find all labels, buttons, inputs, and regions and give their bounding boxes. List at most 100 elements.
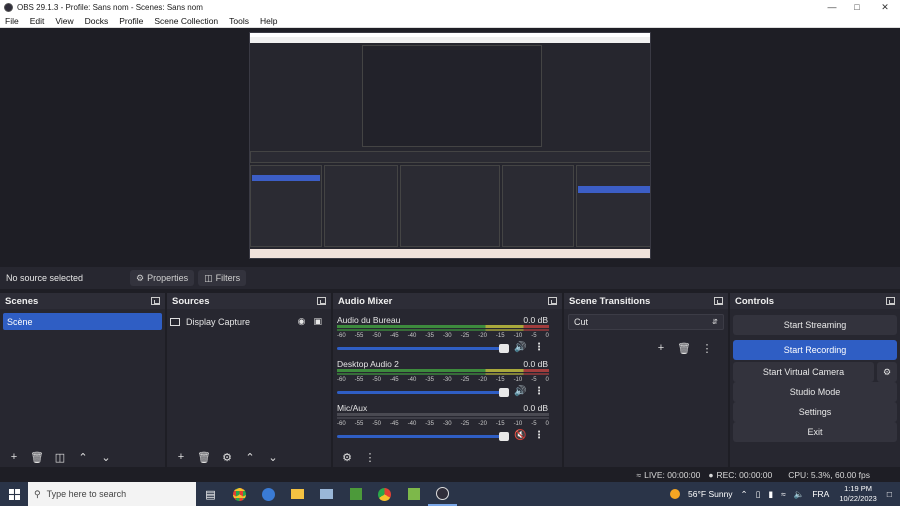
remove-scene-button[interactable]: 🗑 [27, 449, 47, 465]
notification-icon[interactable]: □ [887, 489, 892, 499]
start-virtual-camera-button[interactable]: Start Virtual Camera [733, 362, 874, 382]
move-down-button[interactable]: ⌄ [263, 449, 283, 465]
obs-taskbar-icon[interactable] [428, 482, 457, 506]
preview-canvas[interactable] [249, 32, 651, 259]
scene-item[interactable]: Scène [3, 313, 162, 330]
network-icon[interactable]: ▯ [756, 489, 761, 500]
window-title: OBS 29.1.3 - Profile: Sans nom - Scenes:… [17, 2, 203, 12]
settings-button[interactable]: Settings [733, 402, 897, 422]
undock-icon[interactable] [548, 297, 557, 305]
minecraft-block-icon[interactable] [399, 482, 428, 506]
advanced-audio-button[interactable]: ⚙ [337, 449, 357, 465]
tick: -15 [495, 377, 505, 383]
virtual-camera-row: Start Virtual Camera ⚙ [733, 362, 897, 382]
tick: -55 [354, 421, 364, 427]
transition-menu-button[interactable]: ⋮ [697, 340, 717, 356]
move-up-button[interactable]: ⌃ [240, 449, 260, 465]
add-source-button[interactable]: + [171, 449, 191, 465]
volume-icon[interactable]: 🔈 [794, 489, 805, 500]
clock[interactable]: 1:19 PM 10/22/2023 [839, 484, 877, 504]
audio-mixer-dock: Audio Mixer Audio du Bureau 0.0 dB -60 -5… [333, 293, 562, 467]
minimize-button[interactable]: — [818, 0, 846, 14]
volume-meter [337, 373, 549, 375]
scenes-toolbar: + 🗑 ◫ ⌃ ⌄ [0, 447, 165, 467]
menu-scene-collection[interactable]: Scene Collection [149, 16, 224, 26]
live-status: LIVE: 00:00:00 [644, 470, 701, 480]
volume-slider[interactable] [337, 344, 509, 353]
undock-icon[interactable] [714, 297, 723, 305]
chrome-icon[interactable] [370, 482, 399, 506]
properties-button[interactable]: ⚙ Properties [130, 270, 195, 286]
add-scene-button[interactable]: + [4, 449, 24, 465]
source-item-label: Display Capture [186, 316, 251, 327]
slider-handle[interactable] [499, 344, 509, 353]
mixer-channel: Desktop Audio 2 0.0 dB -60 -55 -50 -45 -40 -3… [333, 359, 562, 403]
transition-select[interactable]: Cut ⇵ [568, 314, 724, 330]
menu-edit[interactable]: Edit [25, 16, 51, 26]
menu-file[interactable]: File [0, 16, 25, 26]
tick: -55 [354, 377, 364, 383]
clock-time: 1:19 PM [844, 484, 873, 493]
windows-start-icon[interactable] [0, 488, 28, 500]
slider-handle[interactable] [499, 432, 509, 441]
wifi-icon[interactable]: ≈ [781, 489, 786, 499]
lock-icon[interactable]: ▣ [313, 316, 322, 327]
undock-icon[interactable] [317, 297, 326, 305]
move-up-button[interactable]: ⌃ [73, 449, 93, 465]
undock-icon[interactable] [151, 297, 160, 305]
maximize-button[interactable]: □ [843, 0, 871, 14]
volume-slider[interactable] [337, 432, 509, 441]
tick: -30 [442, 333, 452, 339]
tick: -25 [460, 421, 470, 427]
channel-menu-button[interactable]: ⋮ [534, 430, 544, 441]
move-down-button[interactable]: ⌄ [96, 449, 116, 465]
add-transition-button[interactable]: + [651, 340, 671, 356]
mixer-menu-button[interactable]: ⋮ [360, 449, 380, 465]
meter-ticks: -60 -55 -50 -45 -40 -35 -30 -25 -20 -15 -10 -5 0 [337, 333, 549, 341]
chevron-up-icon[interactable]: ⌃ [741, 489, 748, 500]
channel-db: 0.0 dB [523, 359, 548, 369]
channel-menu-button[interactable]: ⋮ [534, 342, 544, 353]
source-item[interactable]: Display Capture ◉ ▣ [170, 313, 328, 330]
remove-transition-button[interactable]: 🗑 [674, 340, 694, 356]
mixer-title: Audio Mixer [338, 295, 393, 307]
menu-profile[interactable]: Profile [114, 16, 149, 26]
photos-icon[interactable] [312, 482, 341, 506]
menu-help[interactable]: Help [255, 16, 283, 26]
remove-source-button[interactable]: 🗑 [194, 449, 214, 465]
chrome-icon[interactable] [225, 482, 254, 506]
channel-menu-button[interactable]: ⋮ [534, 386, 544, 397]
weather-text[interactable]: 56°F Sunny [688, 489, 733, 499]
undock-icon[interactable] [886, 297, 895, 305]
menu-docks[interactable]: Docks [80, 16, 115, 26]
source-properties-button[interactable]: ⚙ [217, 449, 237, 465]
battery-icon[interactable]: ▮ [768, 489, 773, 500]
speaker-muted-icon[interactable]: 🔇 [514, 430, 526, 441]
speaker-icon[interactable]: 🔊 [514, 342, 526, 353]
virtual-camera-settings-icon[interactable]: ⚙ [877, 362, 897, 382]
task-view-icon[interactable]: ▤ [196, 482, 225, 506]
filters-button[interactable]: ◫ Filters [198, 270, 247, 286]
menu-tools[interactable]: Tools [224, 16, 255, 26]
slider-handle[interactable] [499, 388, 509, 397]
studio-mode-button[interactable]: Studio Mode [733, 382, 897, 402]
speaker-icon[interactable]: 🔊 [514, 386, 526, 397]
scene-transitions-dock: Scene Transitions Cut ⇵ + 🗑 ⋮ [564, 293, 728, 467]
scene-filters-button[interactable]: ◫ [50, 449, 70, 465]
file-explorer-icon[interactable] [283, 482, 312, 506]
exit-button[interactable]: Exit [733, 422, 897, 442]
sources-toolbar: + 🗑 ⚙ ⌃ ⌄ [167, 447, 331, 467]
taskbar-search[interactable]: ⚲ Type here to search [28, 482, 196, 506]
close-button[interactable]: ✕ [871, 0, 899, 14]
start-streaming-button[interactable]: Start Streaming [733, 315, 897, 335]
minecraft-icon[interactable] [341, 482, 370, 506]
menu-view[interactable]: View [50, 16, 79, 26]
start-recording-button[interactable]: Start Recording [733, 340, 897, 360]
search-icon: ⚲ [34, 488, 41, 499]
volume-slider[interactable] [337, 388, 509, 397]
cpu-status: CPU: 5.3%, 60.00 fps [788, 470, 870, 480]
eye-icon[interactable]: ◉ [298, 316, 306, 327]
preview-area[interactable] [0, 29, 900, 267]
edge-icon[interactable] [254, 482, 283, 506]
language-indicator[interactable]: FRA [812, 489, 829, 499]
